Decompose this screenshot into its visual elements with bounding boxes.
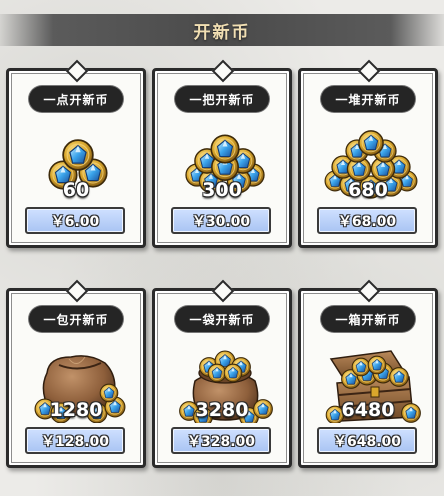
pack-card[interactable]: 一把开新币 300 ￥30.00 [152, 59, 292, 248]
card-notch-ornament [357, 279, 381, 303]
pack-name-label: 一包开新币 [29, 306, 123, 332]
coin-amount: 3280 [195, 399, 249, 421]
coin-amount: 1280 [49, 399, 103, 421]
card-notch-ornament [211, 279, 235, 303]
pack-card[interactable]: 一堆开新币 680 ￥68.00 [298, 59, 438, 248]
pack-card[interactable]: 一点开新币 60 ￥6.00 [6, 59, 146, 248]
page-title: 开新币 [193, 22, 251, 43]
coin-amount: 60 [62, 179, 90, 201]
pack-name-label: 一点开新币 [29, 86, 123, 112]
pack-card[interactable]: 一箱开新币 6480 ￥648.00 [298, 279, 438, 468]
pack-grid: 一点开新币 60 ￥6.00 一把开新币 300 ￥30.00 一堆开新币 68… [6, 59, 438, 468]
buy-button[interactable]: ￥328.00 [171, 427, 271, 454]
pack-card[interactable]: 一袋开新币 3280 ￥328.00 [152, 279, 292, 468]
pack-name-label: 一把开新币 [175, 86, 269, 112]
coin-amount: 6480 [341, 399, 395, 421]
buy-button[interactable]: ￥648.00 [317, 427, 417, 454]
buy-button[interactable]: ￥68.00 [317, 207, 417, 234]
pack-name-label: 一箱开新币 [321, 306, 415, 332]
buy-button[interactable]: ￥30.00 [171, 207, 271, 234]
card-notch-ornament [65, 279, 89, 303]
coin-amount: 680 [348, 179, 388, 201]
coin-amount: 300 [202, 179, 242, 201]
buy-button[interactable]: ￥128.00 [25, 427, 125, 454]
buy-button[interactable]: ￥6.00 [25, 207, 125, 234]
pack-name-label: 一堆开新币 [321, 86, 415, 112]
pack-name-label: 一袋开新币 [175, 306, 269, 332]
pack-card[interactable]: 一包开新币 1280 ￥128.00 [6, 279, 146, 468]
